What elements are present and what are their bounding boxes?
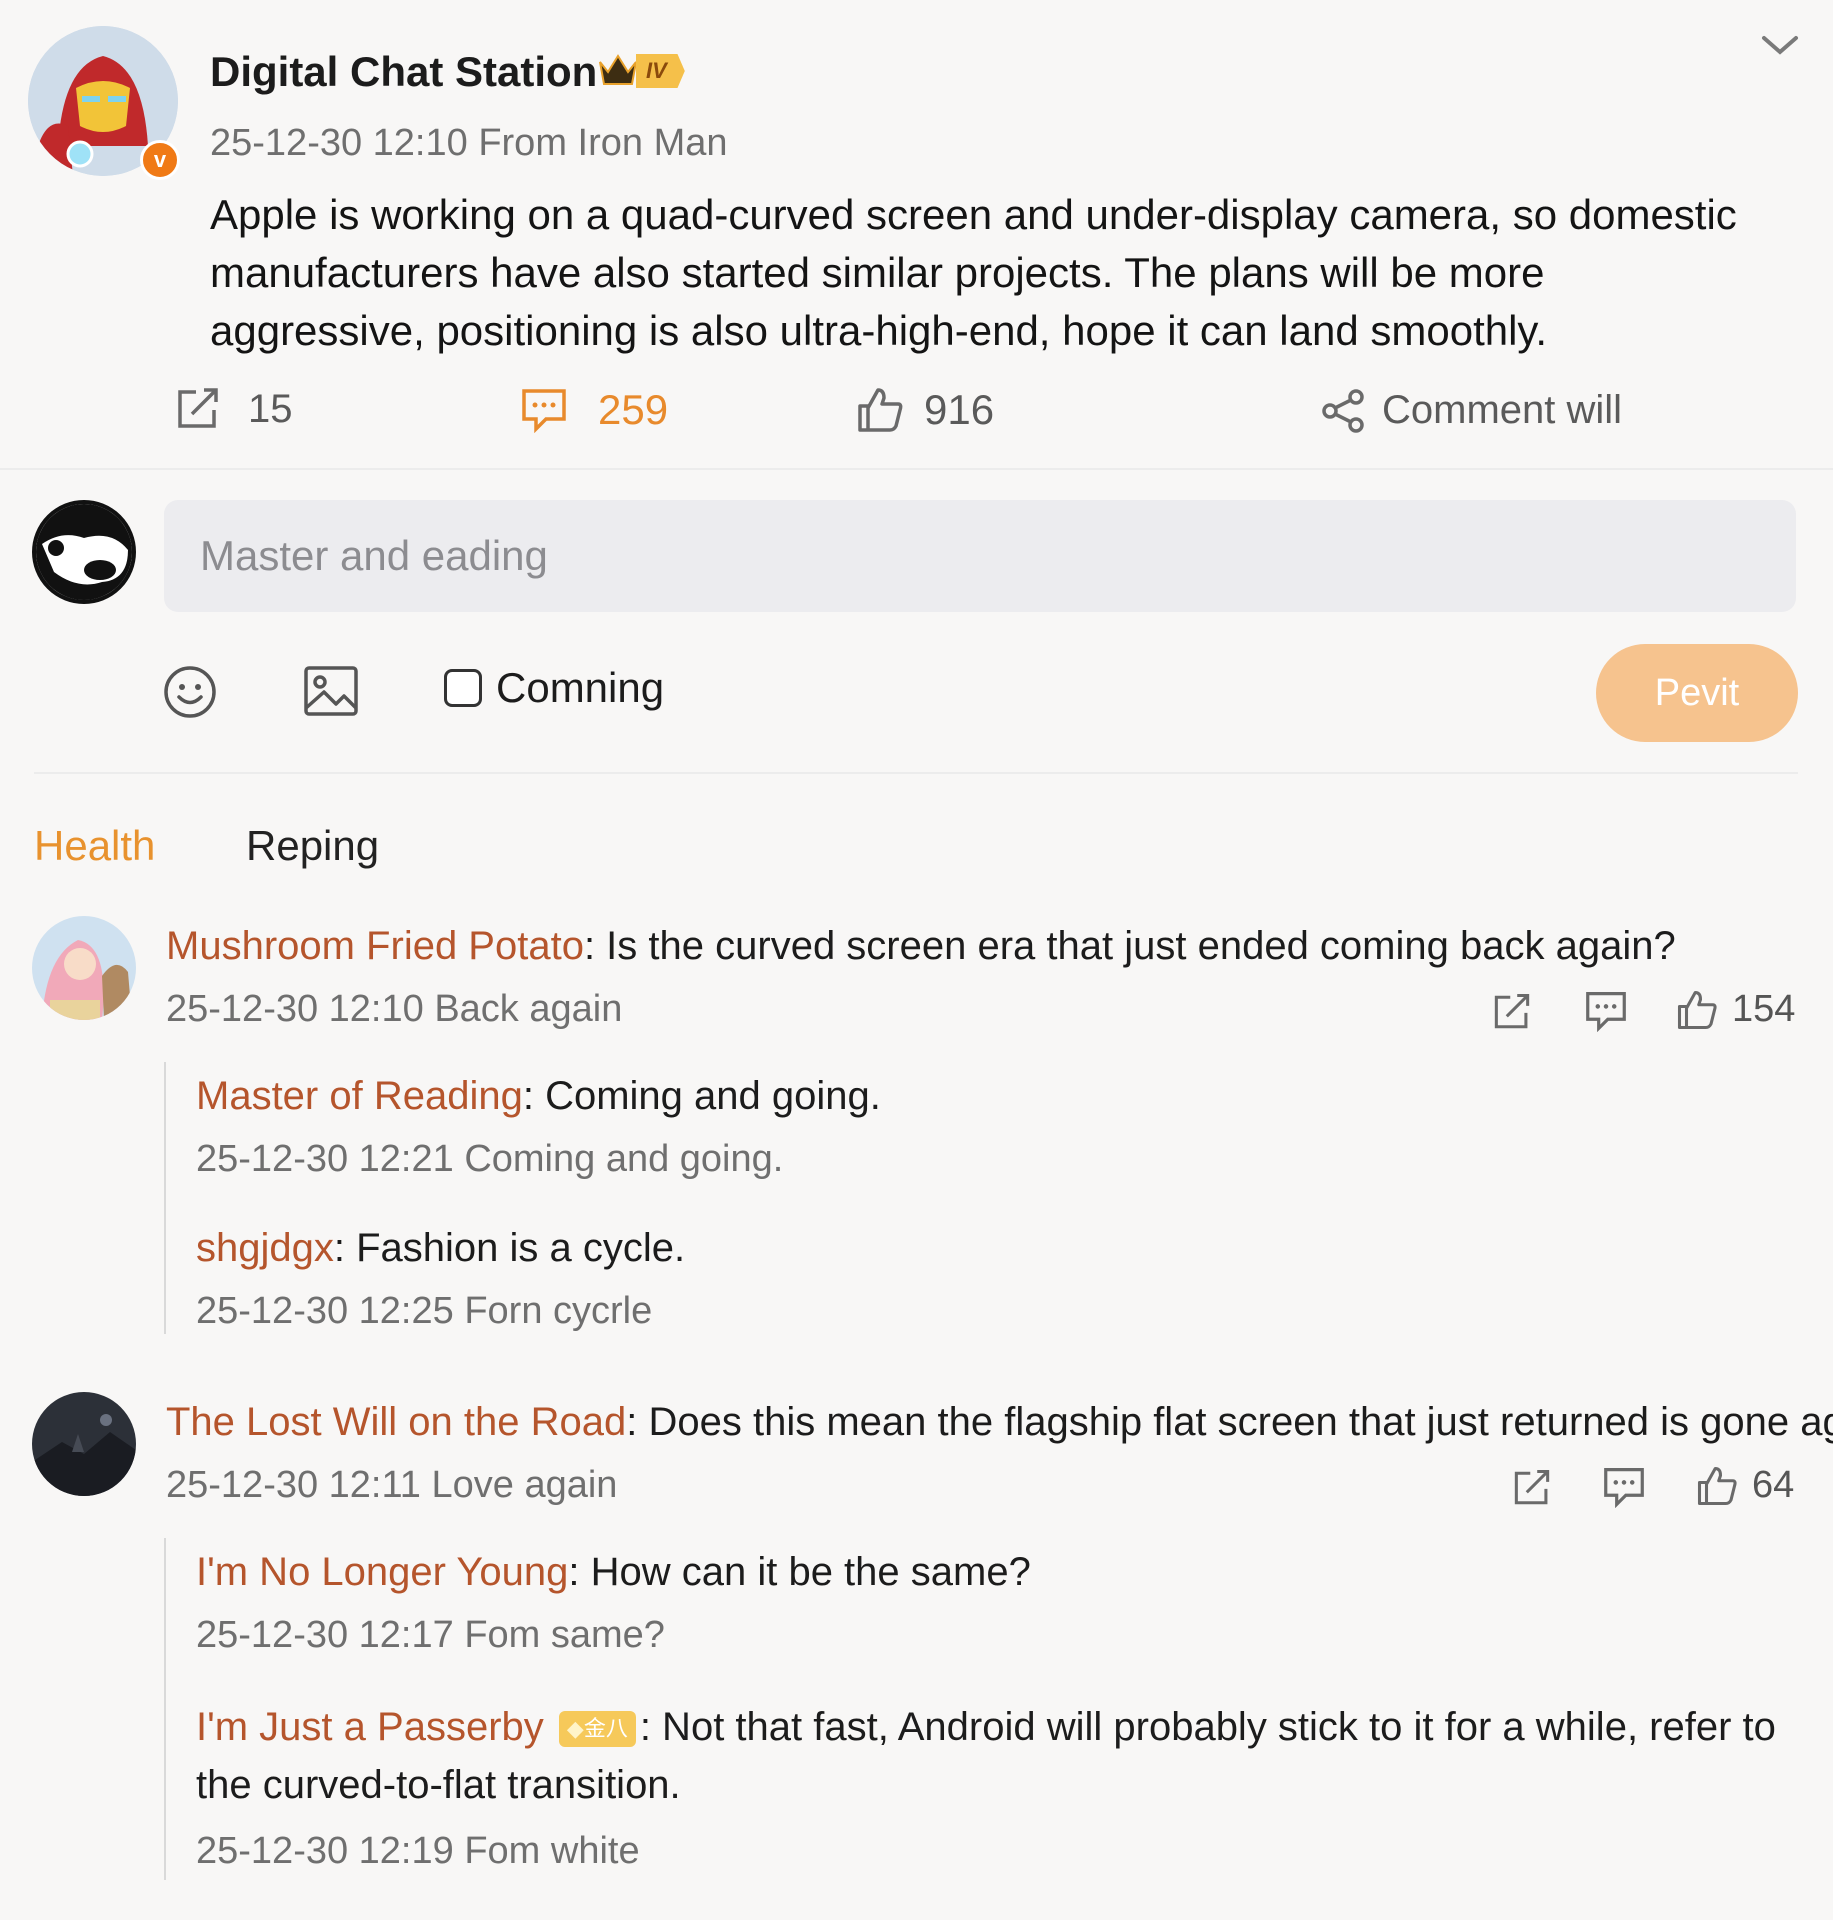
comment-text: Mushroom Fried Potato: Is the curved scr… [166, 924, 1676, 969]
comment-reply-icon[interactable] [1584, 990, 1628, 1037]
tab-reping[interactable]: Reping [246, 822, 379, 870]
comment-author-link[interactable]: Mushroom Fried Potato [166, 924, 584, 968]
reply-body: : Fashion is a cycle. [333, 1226, 686, 1270]
share-button[interactable]: Comment will [1322, 388, 1622, 433]
current-user-avatar[interactable] [32, 500, 136, 604]
reply-author-link[interactable]: shgjdgx [196, 1226, 334, 1270]
like-button[interactable]: 916 [856, 386, 994, 434]
thumbs-up-icon [856, 386, 904, 434]
comment-count: 259 [598, 386, 669, 433]
repost-checkbox[interactable] [444, 669, 482, 707]
comment-meta: 25-12-30 12:11 Love again [166, 1464, 618, 1506]
reply-text: I'm No Longer Young: How can it be the s… [196, 1550, 1031, 1595]
thumbs-up-icon [1676, 989, 1718, 1031]
fan-badge-text: 金八 [583, 1716, 628, 1742]
comment-body: : Is the curved screen era that just end… [583, 924, 1676, 968]
composer-divider [34, 772, 1798, 774]
crown-icon [596, 50, 640, 95]
comment-like-count: 154 [1732, 988, 1796, 1030]
submit-button[interactable]: Pevit [1596, 644, 1798, 742]
repost-count: 15 [248, 386, 293, 431]
reply-author-link[interactable]: I'm Just a Passerby [196, 1705, 544, 1749]
anime-girl-avatar-image [32, 916, 136, 1020]
comment-like-button[interactable]: 64 [1696, 1464, 1794, 1507]
post-divider [0, 468, 1833, 470]
comment-reply-icon[interactable] [1602, 1466, 1646, 1513]
comment-repost-icon[interactable] [1490, 992, 1534, 1037]
like-count: 916 [924, 386, 995, 433]
level-badge: IV [636, 54, 685, 88]
comment-input-box[interactable] [164, 500, 1796, 612]
reply-body: : How can it be the same? [568, 1550, 1031, 1594]
comment-like-button[interactable]: 154 [1676, 988, 1795, 1031]
dark-landscape-avatar-image [32, 1392, 136, 1496]
chevron-down-icon[interactable] [1760, 30, 1800, 65]
repost-checkbox-row[interactable]: Comning [444, 664, 664, 712]
reply-text: I'm Just a Passerby ◆金八 : Not that fast,… [196, 1698, 1776, 1814]
verified-badge-icon: v [140, 140, 180, 180]
share-label: Comment will [1382, 388, 1623, 432]
post-meta: 25-12-30 12:10 From Iron Man [210, 122, 728, 164]
comment-input[interactable] [164, 500, 1796, 612]
post-body: Apple is working on a quad-curved screen… [210, 191, 1737, 354]
thumbs-up-icon [1696, 1465, 1738, 1507]
tab-health[interactable]: Health [34, 822, 155, 870]
share-icon [1322, 388, 1366, 433]
reply-text: shgjdgx: Fashion is a cycle. [196, 1226, 685, 1271]
reply-thread-line [164, 1538, 166, 1880]
reply-thread-line [164, 1062, 166, 1334]
comment-text: The Lost Will on the Road: Does this mea… [166, 1400, 1833, 1445]
post-author-name[interactable]: Digital Chat Station [210, 48, 597, 96]
comment-author-link[interactable]: The Lost Will on the Road [166, 1400, 626, 1444]
reply-meta: 25-12-30 12:17 Fom same? [196, 1614, 665, 1656]
image-icon[interactable] [302, 664, 360, 723]
comment-body: : Does this mean the flagship flat scree… [626, 1400, 1833, 1444]
comment-meta: 25-12-30 12:10 Back again [166, 988, 623, 1030]
reply-author-link[interactable]: Master of Reading [196, 1074, 523, 1118]
checkbox-label: Comning [496, 664, 665, 711]
commenter-avatar[interactable] [32, 1392, 136, 1496]
level-badge-text: IV [646, 58, 667, 83]
reply-meta: 25-12-30 12:19 Fom white [196, 1830, 640, 1872]
reply-meta: 25-12-30 12:21 Coming and going. [196, 1138, 784, 1180]
reply-text: Master of Reading: Coming and going. [196, 1074, 881, 1119]
repost-button[interactable]: 15 [174, 386, 293, 432]
diamond-icon: ◆ [566, 1716, 584, 1742]
panda-avatar-image [36, 504, 132, 600]
fan-badge: ◆金八 [558, 1711, 636, 1748]
comment-button[interactable]: 259 [520, 386, 668, 434]
comment-repost-icon[interactable] [1510, 1468, 1554, 1513]
reply-body: : Coming and going. [522, 1074, 881, 1118]
reply-meta: 25-12-30 12:25 Forn cycrle [196, 1290, 653, 1332]
reply-author-link[interactable]: I'm No Longer Young [196, 1550, 568, 1594]
comment-icon [520, 387, 568, 433]
comment-like-count: 64 [1752, 1464, 1795, 1506]
emoji-icon[interactable] [162, 664, 218, 725]
commenter-avatar[interactable] [32, 916, 136, 1020]
repost-icon [174, 386, 222, 432]
